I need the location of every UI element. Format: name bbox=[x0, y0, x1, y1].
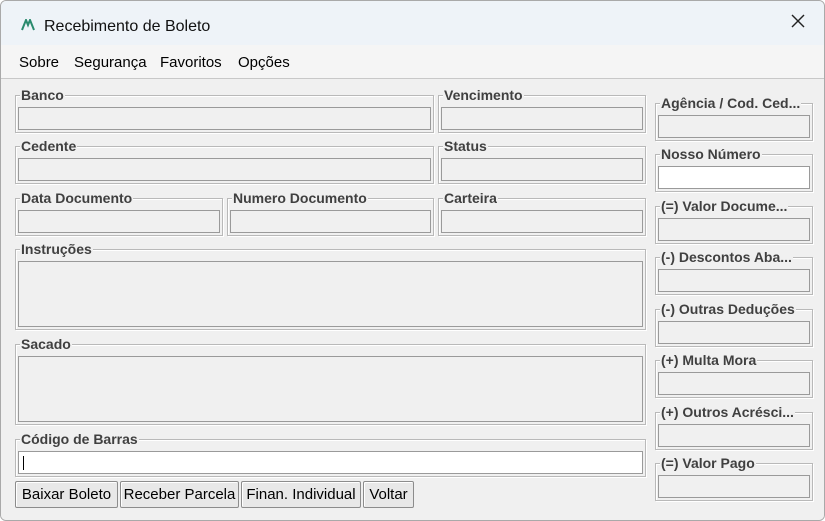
data-documento-group: Data Documento bbox=[15, 190, 223, 236]
vencimento-field[interactable] bbox=[441, 107, 643, 130]
nosso-numero-group: Nosso Número bbox=[655, 146, 813, 192]
carteira-label: Carteira bbox=[443, 190, 498, 206]
numero-documento-group: Numero Documento bbox=[227, 190, 434, 236]
instrucoes-group: Instruções bbox=[15, 241, 646, 330]
codigo-barras-group: Código de Barras bbox=[15, 431, 646, 477]
voltar-button[interactable]: Voltar bbox=[363, 481, 414, 508]
app-logo-icon bbox=[21, 17, 35, 31]
numero-documento-label: Numero Documento bbox=[232, 190, 368, 206]
close-button[interactable] bbox=[772, 1, 824, 45]
data-documento-field[interactable] bbox=[18, 210, 220, 233]
nosso-numero-field[interactable] bbox=[658, 166, 810, 189]
status-field[interactable] bbox=[441, 158, 643, 181]
carteira-field[interactable] bbox=[441, 210, 643, 233]
status-group: Status bbox=[438, 138, 646, 184]
descontos-field[interactable] bbox=[658, 269, 810, 292]
cedente-field[interactable] bbox=[18, 158, 431, 181]
menu-opcoes[interactable]: Opções bbox=[238, 54, 290, 71]
vencimento-group: Vencimento bbox=[438, 87, 646, 133]
menu-sobre[interactable]: Sobre bbox=[19, 54, 59, 71]
multa-mora-label: (+) Multa Mora bbox=[660, 352, 758, 368]
outras-deducoes-field[interactable] bbox=[658, 321, 810, 344]
multa-mora-group: (+) Multa Mora bbox=[655, 352, 813, 398]
menu-seguranca[interactable]: Segurança bbox=[74, 54, 147, 71]
form-content: Banco Vencimento Cedente Status Data Doc… bbox=[1, 79, 824, 520]
numero-documento-field[interactable] bbox=[230, 210, 431, 233]
valor-pago-group: (=) Valor Pago bbox=[655, 455, 813, 501]
valor-documento-group: (=) Valor Docume... bbox=[655, 198, 813, 244]
cedente-group: Cedente bbox=[15, 138, 434, 184]
instrucoes-label: Instruções bbox=[20, 241, 93, 257]
valor-pago-label: (=) Valor Pago bbox=[660, 455, 756, 471]
text-caret bbox=[23, 456, 24, 470]
baixar-boleto-button[interactable]: Baixar Boleto bbox=[15, 481, 118, 508]
valor-documento-field[interactable] bbox=[658, 218, 810, 241]
descontos-group: (-) Descontos Aba... bbox=[655, 249, 813, 295]
codigo-barras-input[interactable] bbox=[18, 451, 643, 474]
agencia-group: Agência / Cod. Ced... bbox=[655, 95, 813, 141]
valor-documento-label: (=) Valor Docume... bbox=[660, 198, 789, 214]
menu-bar: Sobre Segurança Favoritos Opções bbox=[1, 45, 824, 79]
banco-group: Banco bbox=[15, 87, 434, 133]
data-documento-label: Data Documento bbox=[20, 190, 134, 206]
outros-acrescimos-label: (+) Outros Acrésci... bbox=[660, 404, 795, 420]
sacado-textarea[interactable] bbox=[18, 356, 643, 422]
window-title: Recebimento de Boleto bbox=[44, 18, 211, 35]
banco-field[interactable] bbox=[18, 107, 431, 130]
codigo-barras-label: Código de Barras bbox=[20, 431, 139, 447]
status-label: Status bbox=[443, 138, 488, 154]
outras-deducoes-group: (-) Outras Deduções bbox=[655, 301, 813, 347]
sacado-group: Sacado bbox=[15, 336, 646, 425]
menu-favoritos[interactable]: Favoritos bbox=[160, 54, 222, 71]
valor-pago-field[interactable] bbox=[658, 475, 810, 498]
cedente-label: Cedente bbox=[20, 138, 78, 154]
finan-individual-button[interactable]: Finan. Individual bbox=[241, 481, 361, 508]
receber-parcela-button[interactable]: Receber Parcela bbox=[120, 481, 239, 508]
agencia-label: Agência / Cod. Ced... bbox=[660, 95, 802, 111]
carteira-group: Carteira bbox=[438, 190, 646, 236]
outras-deducoes-label: (-) Outras Deduções bbox=[660, 301, 796, 317]
nosso-numero-label: Nosso Número bbox=[660, 146, 762, 162]
close-icon bbox=[791, 14, 805, 33]
outros-acrescimos-field[interactable] bbox=[658, 424, 810, 447]
multa-mora-field[interactable] bbox=[658, 372, 810, 395]
agencia-field[interactable] bbox=[658, 115, 810, 138]
vencimento-label: Vencimento bbox=[443, 87, 524, 103]
title-bar: Recebimento de Boleto bbox=[1, 1, 824, 45]
sacado-label: Sacado bbox=[20, 336, 72, 352]
instrucoes-textarea[interactable] bbox=[18, 261, 643, 327]
banco-label: Banco bbox=[20, 87, 65, 103]
descontos-label: (-) Descontos Aba... bbox=[660, 249, 793, 265]
boleto-window: Recebimento de Boleto Sobre Segurança Fa… bbox=[0, 0, 825, 521]
outros-acrescimos-group: (+) Outros Acrésci... bbox=[655, 404, 813, 450]
